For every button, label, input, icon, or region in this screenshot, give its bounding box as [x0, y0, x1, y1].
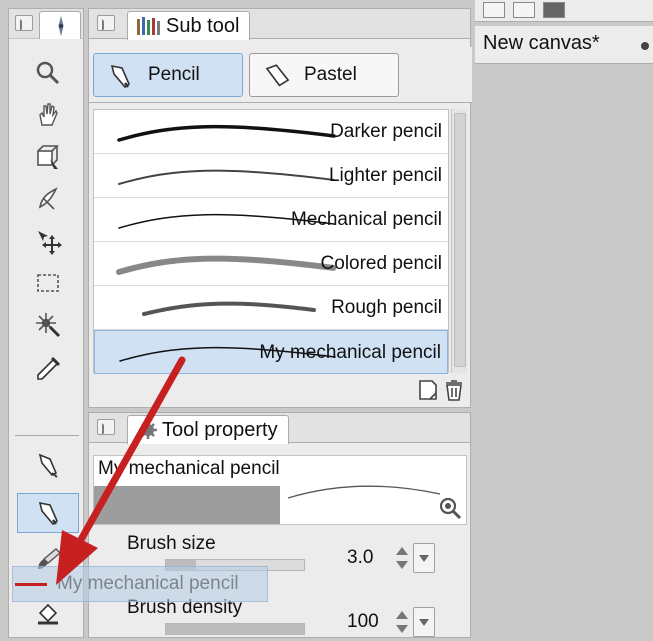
- stroke-preview-icon: [118, 169, 335, 185]
- pencil-icon: [38, 501, 58, 526]
- group-label: Pencil: [148, 64, 200, 85]
- brush-item-colored-pencil[interactable]: Colored pencil: [94, 242, 448, 286]
- stroke-preview-icon: [142, 301, 316, 316]
- pencil-tool-button[interactable]: [17, 493, 79, 533]
- fountain-pen-icon: [38, 453, 58, 478]
- preview-brush-name: My mechanical pencil: [98, 458, 280, 479]
- brush-name: My mechanical pencil: [259, 342, 441, 363]
- spinner-icon[interactable]: [395, 609, 409, 637]
- magnifier-icon: [36, 61, 60, 85]
- brush-item-rough-pencil[interactable]: Rough pencil: [94, 286, 448, 330]
- brush-size-value[interactable]: 3.0: [347, 547, 373, 569]
- drag-ghost-label: My mechanical pencil: [57, 573, 239, 594]
- canvas-tab[interactable]: New canvas*: [475, 26, 653, 64]
- brush-name: Mechanical pencil: [290, 209, 442, 230]
- move-tool-button[interactable]: [17, 221, 79, 261]
- subtool-panel-header: Sub tool: [89, 9, 470, 40]
- subtool-footer: [418, 379, 464, 401]
- tool-palette-tab[interactable]: [39, 11, 81, 39]
- brush-item-darker-pencil[interactable]: Darker pencil: [94, 110, 448, 154]
- pastel-icon: [265, 64, 290, 87]
- subtool-set-icon: [137, 17, 160, 35]
- move-layer-icon: [38, 187, 58, 210]
- subtool-panel: Sub tool Pencil Pastel Darker pencil Lig…: [88, 8, 472, 408]
- new-subtool-icon[interactable]: [418, 379, 438, 401]
- brush-item-my-mechanical-pencil[interactable]: My mechanical pencil: [94, 330, 448, 374]
- dropdown-icon[interactable]: [413, 543, 435, 573]
- window-icon[interactable]: [543, 2, 565, 18]
- brush-name: Colored pencil: [320, 253, 442, 274]
- stroke-preview-icon: [116, 255, 337, 275]
- subtool-group-row: Pencil Pastel: [89, 47, 472, 103]
- spinner-icon[interactable]: [395, 545, 409, 573]
- canvas-area[interactable]: New canvas*: [475, 0, 653, 641]
- drag-ghost-item: My mechanical pencil: [12, 566, 268, 602]
- toolbar-divider: [15, 435, 79, 436]
- trash-icon[interactable]: [444, 379, 464, 401]
- tool-property-tab[interactable]: Tool property: [127, 415, 289, 444]
- close-tab-icon[interactable]: [641, 42, 649, 50]
- brush-item-lighter-pencil[interactable]: Lighter pencil: [94, 154, 448, 198]
- gear-icon: [139, 421, 157, 439]
- tool-property-header: Tool property: [89, 413, 470, 444]
- preview-background: [94, 486, 280, 524]
- canvas-tab-label: New canvas*: [483, 32, 600, 54]
- brush-preview: My mechanical pencil: [93, 455, 467, 525]
- brush-item-mechanical-pencil[interactable]: Mechanical pencil: [94, 198, 448, 242]
- tool-palette: [8, 8, 84, 638]
- eyedropper-tool-button[interactable]: [17, 349, 79, 389]
- window-icon[interactable]: [483, 2, 505, 18]
- stroke-preview-icon: [287, 485, 441, 499]
- stroke-preview-icon: [117, 124, 336, 142]
- subtool-title: Sub tool: [166, 15, 240, 37]
- bucket-icon: [38, 603, 58, 625]
- object-icon: [37, 145, 59, 169]
- group-label: Pastel: [304, 64, 357, 85]
- move-layer-tool-button[interactable]: [17, 179, 79, 219]
- brush-density-value[interactable]: 100: [347, 611, 379, 633]
- hand-icon: [39, 103, 58, 126]
- brush-name: Rough pencil: [331, 297, 442, 318]
- scrollbar-thumb[interactable]: [454, 113, 466, 367]
- tool-palette-header: [9, 9, 83, 39]
- group-pencil-button[interactable]: Pencil: [93, 53, 243, 97]
- collapse-icon[interactable]: [97, 419, 115, 435]
- brush-name: Darker pencil: [330, 121, 442, 142]
- pen-tool-button[interactable]: [17, 445, 79, 485]
- selection-tool-button[interactable]: [17, 263, 79, 303]
- marquee-icon: [37, 274, 59, 292]
- hand-tool-button[interactable]: [17, 95, 79, 135]
- pencil-icon: [110, 64, 130, 89]
- group-pastel-button[interactable]: Pastel: [249, 53, 399, 97]
- zoom-tool-button[interactable]: [17, 53, 79, 93]
- magnifier-icon[interactable]: [438, 496, 462, 520]
- eyedropper-icon: [37, 356, 61, 380]
- auto-select-tool-button[interactable]: [17, 305, 79, 345]
- dropdown-icon[interactable]: [413, 607, 435, 637]
- brush-name: Lighter pencil: [328, 165, 442, 186]
- brush-list: Darker pencil Lighter pencil Mechanical …: [93, 109, 449, 374]
- operation-tool-button[interactable]: [17, 137, 79, 177]
- tool-property-title: Tool property: [162, 419, 278, 441]
- move-arrows-icon: [38, 231, 62, 255]
- tool-property-panel: Tool property My mechanical pencil Brush…: [88, 412, 471, 638]
- brush-list-scrollbar[interactable]: [451, 109, 467, 373]
- collapse-icon[interactable]: [97, 15, 115, 31]
- subtool-tab[interactable]: Sub tool: [127, 11, 251, 40]
- canvas-toolbar-strip: [475, 0, 653, 22]
- collapse-icon[interactable]: [15, 15, 33, 31]
- magic-wand-icon: [36, 313, 61, 338]
- drag-stroke-indicator: [15, 583, 47, 586]
- pen-icon: [58, 15, 64, 37]
- brush-density-slider[interactable]: [165, 623, 305, 635]
- brush-size-label: Brush size: [127, 533, 216, 554]
- window-icon[interactable]: [513, 2, 535, 18]
